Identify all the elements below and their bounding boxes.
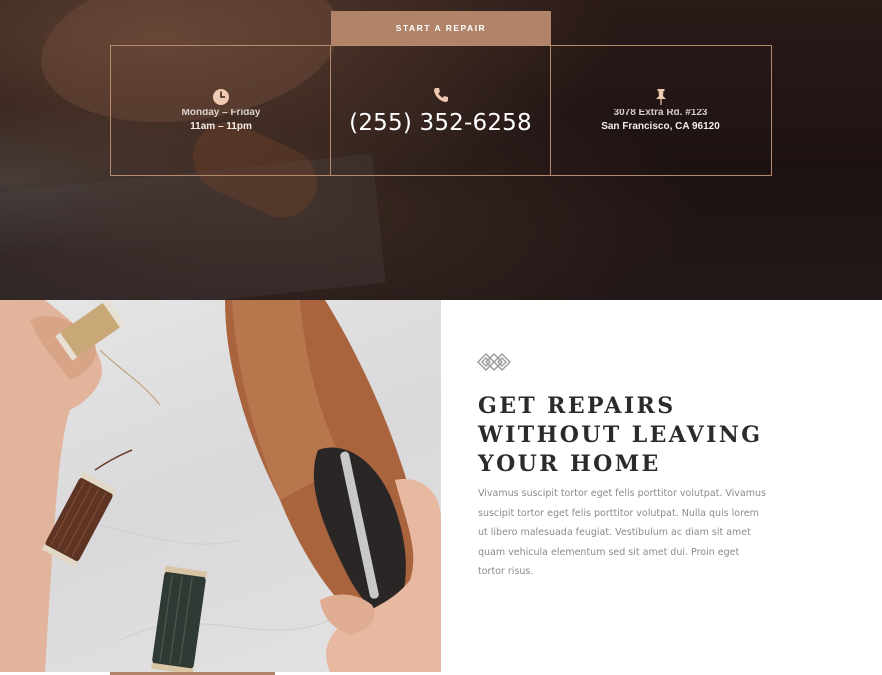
hours-time: 11am – 11pm xyxy=(190,120,252,132)
shoe-repair-illustration xyxy=(0,300,441,672)
hero-section: START A REPAIR Monday – Friday 11am – 11… xyxy=(0,0,882,300)
headline-line-2: WITHOUT LEAVING xyxy=(478,422,763,448)
diamond-pattern-icon xyxy=(477,353,511,371)
clock-icon xyxy=(213,88,229,105)
feature-headline: GET REPAIRS WITHOUT LEAVING YOUR HOME xyxy=(478,392,778,479)
shoe-repair-photo xyxy=(0,300,441,672)
pushpin-icon xyxy=(655,88,666,105)
hours-box: Monday – Friday 11am – 11pm xyxy=(110,45,331,176)
address-box: 3078 Extra Rd. #123 San Francisco, CA 96… xyxy=(550,45,772,176)
address-street: 3078 Extra Rd. #123 xyxy=(613,108,708,118)
phone-icon xyxy=(433,88,448,102)
headline-line-3: YOUR HOME xyxy=(478,451,661,477)
feature-body-text: Vivamus suscipit tortor eget felis portt… xyxy=(478,488,766,578)
phone-number[interactable]: (255) 352-6258 xyxy=(349,110,532,136)
hours-days: Monday – Friday xyxy=(181,108,261,118)
headline-line-1: GET REPAIRS xyxy=(478,393,676,419)
phone-box[interactable]: (255) 352-6258 xyxy=(330,45,551,176)
address-city: San Francisco, CA 96120 xyxy=(601,120,720,132)
feature-content: GET REPAIRS WITHOUT LEAVING YOUR HOME Vi… xyxy=(441,300,882,675)
start-repair-button[interactable]: START A REPAIR xyxy=(331,11,551,45)
